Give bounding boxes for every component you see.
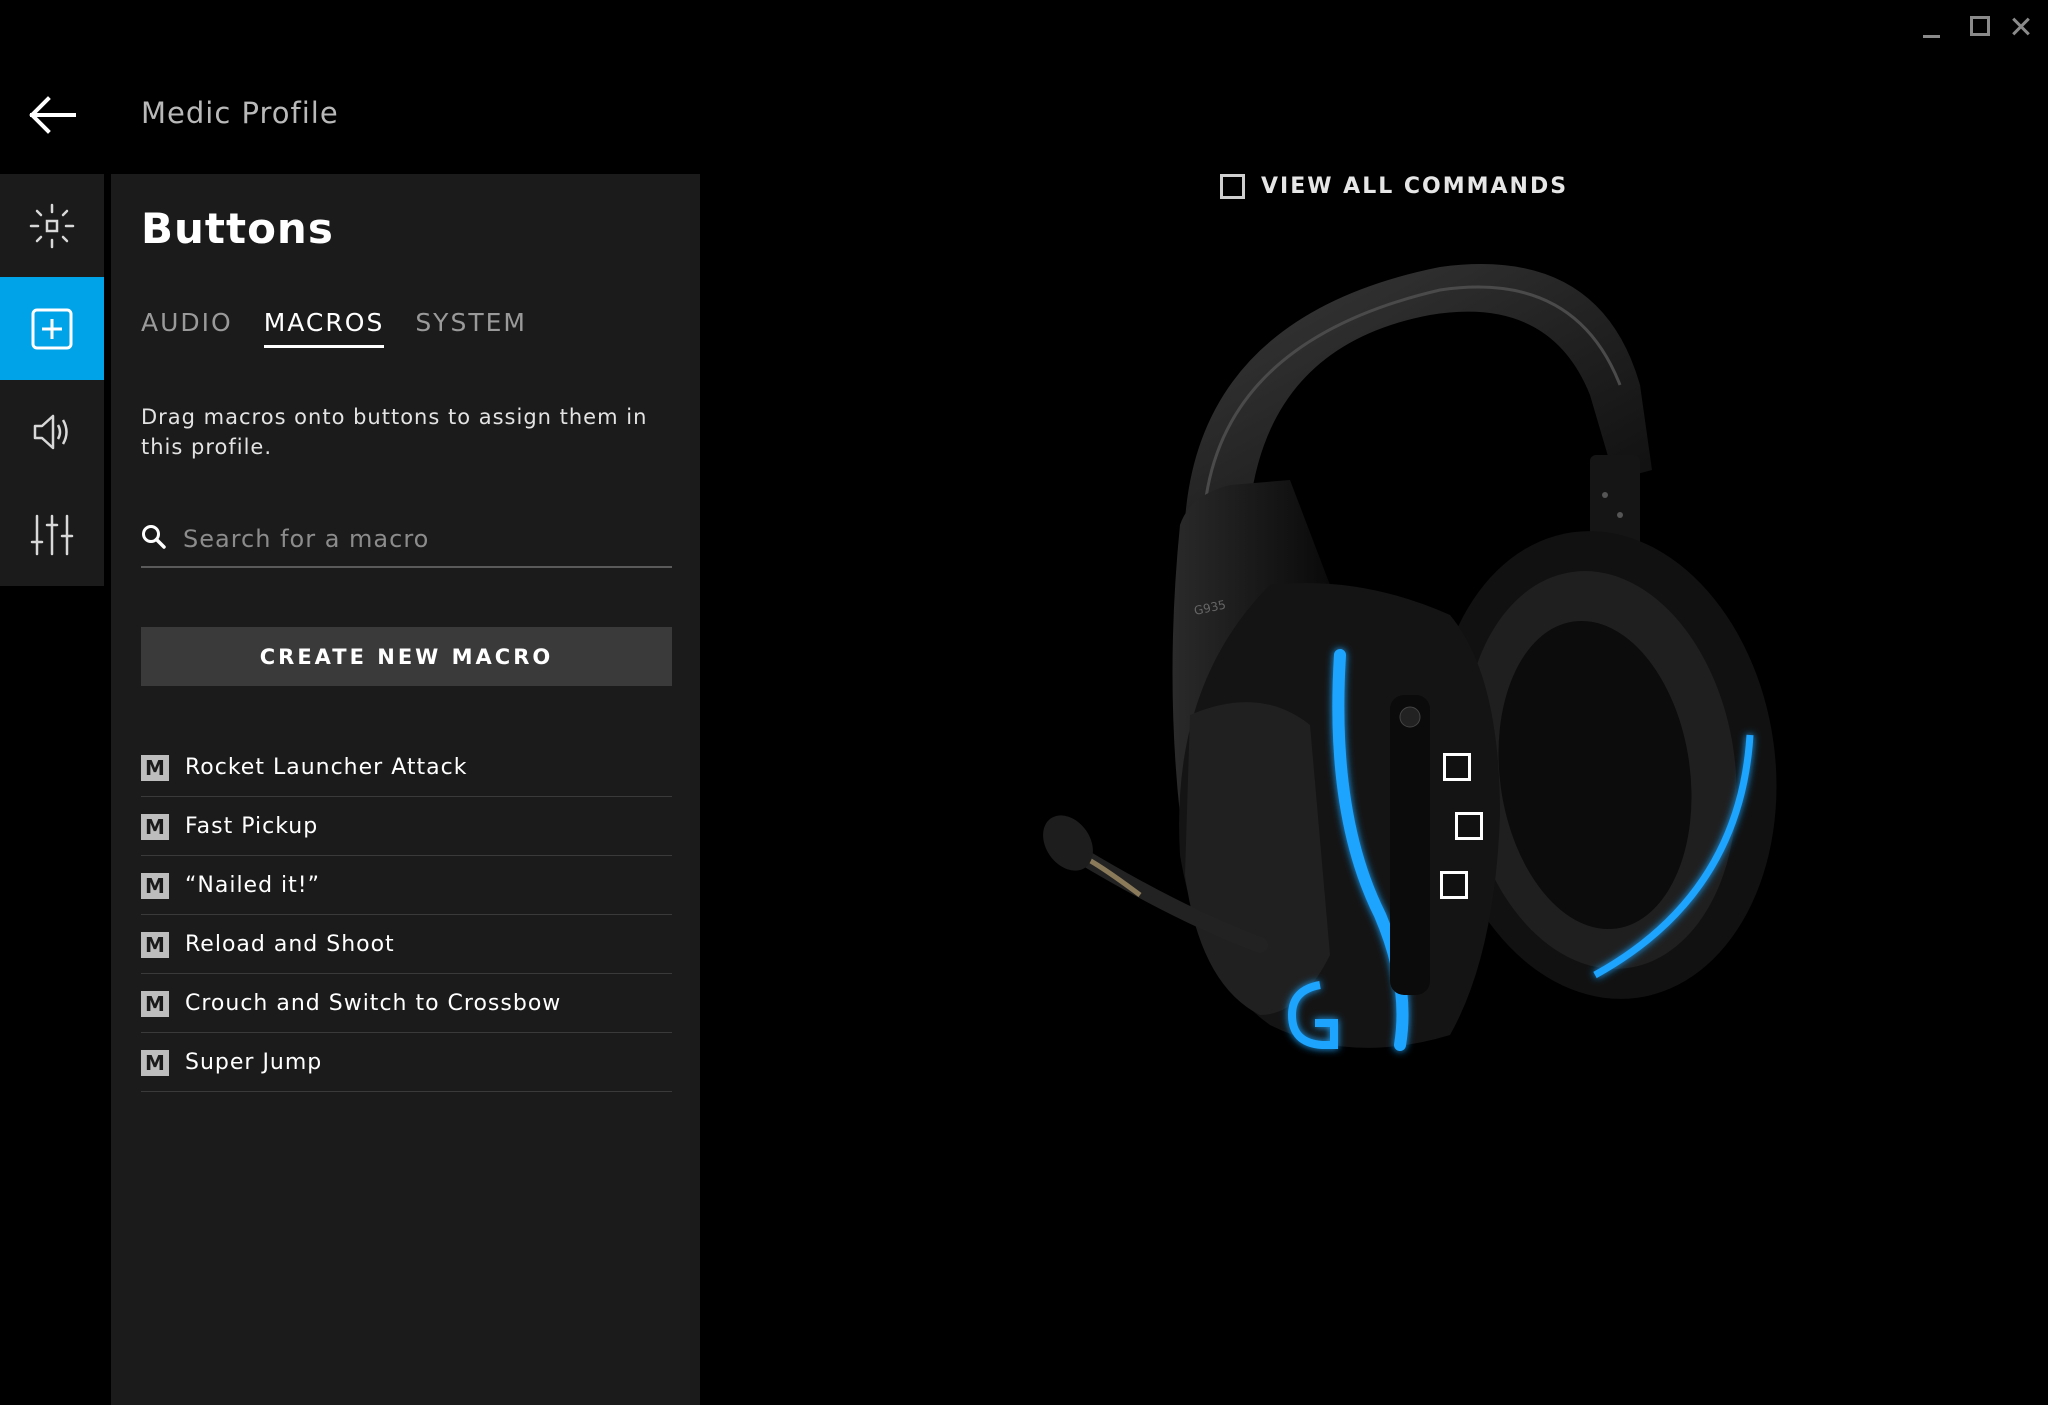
brightness-icon <box>29 203 75 248</box>
equalizer-icon <box>30 514 74 555</box>
macro-name: Rocket Launcher Attack <box>185 755 468 780</box>
speaker-icon <box>33 414 68 449</box>
search-icon <box>142 525 166 549</box>
list-item[interactable]: M Crouch and Switch to Crossbow <box>141 975 672 1033</box>
macro-name: Fast Pickup <box>185 814 319 839</box>
buttons-panel: Buttons AUDIO MACROS SYSTEM Drag macros … <box>111 174 700 1405</box>
tab-bar: AUDIO MACROS SYSTEM <box>141 308 527 348</box>
assignable-button-slot[interactable] <box>1443 753 1471 781</box>
headset-illustration: G935 <box>1043 264 1777 1051</box>
arrow-left-icon <box>29 96 76 134</box>
minimize-icon[interactable] <box>1914 12 1948 42</box>
macro-list: M Rocket Launcher Attack M Fast Pickup M… <box>141 739 672 1093</box>
tab-audio[interactable]: AUDIO <box>141 308 233 348</box>
macro-badge: M <box>141 813 169 840</box>
list-item[interactable]: M Super Jump <box>141 1034 672 1092</box>
view-all-commands-toggle[interactable]: VIEW ALL COMMANDS <box>1220 174 1568 199</box>
search-box <box>141 510 672 568</box>
list-item[interactable]: M Rocket Launcher Attack <box>141 739 672 797</box>
macro-badge: M <box>141 754 169 781</box>
assignable-button-slot[interactable] <box>1440 871 1468 899</box>
list-item[interactable]: M “Nailed it!” <box>141 857 672 915</box>
tab-system[interactable]: SYSTEM <box>415 308 527 348</box>
macro-badge: M <box>141 990 169 1017</box>
macro-badge: M <box>141 931 169 958</box>
assignable-button-slot[interactable] <box>1455 812 1483 840</box>
macro-name: Super Jump <box>185 1050 323 1075</box>
view-all-checkbox[interactable] <box>1220 174 1245 199</box>
tab-macros[interactable]: MACROS <box>263 308 385 348</box>
drag-hint: Drag macros onto buttons to assign them … <box>141 405 648 459</box>
macro-badge: M <box>141 872 169 899</box>
panel-title: Buttons <box>141 204 334 253</box>
close-icon[interactable] <box>2005 12 2039 42</box>
sidebar-item-audio[interactable] <box>0 380 104 483</box>
maximize-icon[interactable] <box>1961 12 1995 42</box>
macro-badge: M <box>141 1049 169 1076</box>
sidebar-item-lighting[interactable] <box>0 174 104 277</box>
sidebar <box>0 174 104 586</box>
macro-name: Crouch and Switch to Crossbow <box>185 991 562 1016</box>
profile-title: Medic Profile <box>141 96 339 130</box>
view-all-label: VIEW ALL COMMANDS <box>1261 174 1569 199</box>
macro-name: Reload and Shoot <box>185 932 395 957</box>
macro-name: “Nailed it!” <box>185 873 321 898</box>
headset-image: G935 <box>1030 255 1790 1085</box>
list-item[interactable]: M Reload and Shoot <box>141 916 672 974</box>
list-item[interactable]: M Fast Pickup <box>141 798 672 856</box>
plus-square-icon <box>31 308 73 349</box>
sidebar-item-assignments[interactable] <box>0 277 104 380</box>
sidebar-item-equalizer[interactable] <box>0 483 104 586</box>
create-new-macro-button[interactable]: CREATE NEW MACRO <box>141 627 672 686</box>
back-button[interactable] <box>26 94 78 136</box>
search-input[interactable] <box>181 516 665 562</box>
